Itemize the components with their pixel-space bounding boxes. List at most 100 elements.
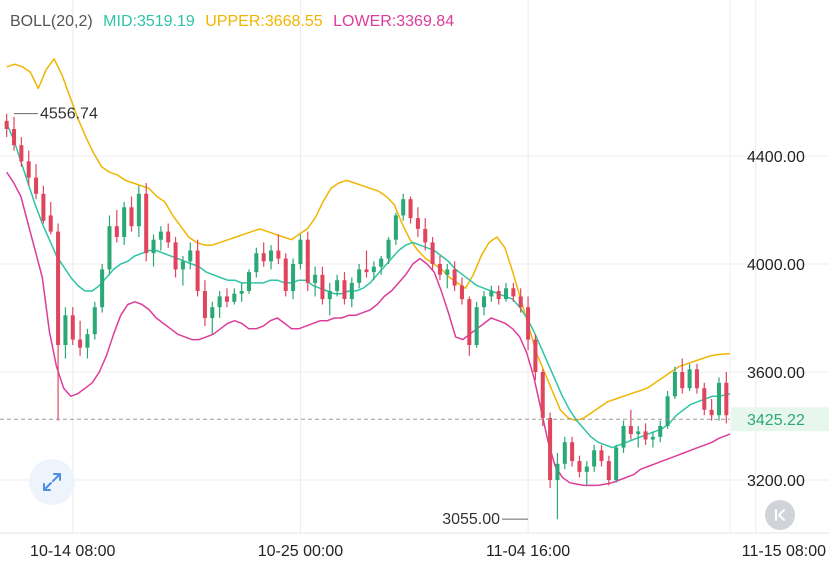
candle-body (702, 388, 707, 410)
candles (4, 113, 729, 520)
candle-body (92, 307, 97, 335)
candle (672, 366, 677, 399)
candle-body (562, 442, 567, 464)
candle (555, 453, 560, 520)
candle-body (511, 288, 516, 297)
candle (158, 226, 163, 251)
candle (100, 264, 105, 313)
mid-band-line (6, 123, 731, 449)
candle-body (129, 207, 134, 227)
upper-legend-value: 3668.55 (265, 13, 323, 30)
boll-chart[interactable]: 4400.00 4000.00 3600.00 3200.00 10-14 08:00… (0, 0, 829, 573)
candle-body (144, 193, 149, 254)
candle (474, 301, 479, 348)
scroll-to-latest-button[interactable] (765, 500, 795, 530)
candle-body (709, 409, 714, 416)
candle (437, 255, 442, 281)
candle-body (401, 199, 406, 216)
candle (224, 288, 229, 308)
candle (540, 369, 545, 426)
candle (548, 412, 553, 489)
candle-body (158, 231, 163, 240)
candle (144, 183, 149, 262)
candle (349, 277, 354, 308)
candle-body (628, 426, 633, 435)
candle-body (570, 442, 575, 462)
candle-body (364, 269, 369, 273)
candle-body (423, 228, 428, 243)
candle (687, 363, 692, 391)
candle (122, 201, 127, 246)
candle-body (584, 466, 589, 472)
candle-body (467, 299, 472, 345)
candle (423, 218, 428, 251)
candle-body (122, 207, 127, 237)
candle-body (481, 296, 487, 308)
candle (217, 291, 222, 318)
candle (533, 334, 538, 381)
price-tick-label: 4000.00 (747, 257, 805, 274)
candle (577, 455, 582, 478)
candle-body (393, 215, 398, 240)
candle-body (291, 264, 296, 291)
candle-body (724, 382, 729, 416)
lower-legend-label: LOWER: (333, 13, 396, 30)
candle (151, 234, 156, 267)
candle-body (107, 226, 112, 270)
expand-button[interactable] (29, 459, 75, 505)
candle (614, 444, 619, 483)
candle-body (195, 250, 200, 291)
chart-area[interactable]: 4400.00 4000.00 3600.00 3200.00 10-14 08:00… (0, 0, 829, 573)
candle-body (716, 382, 722, 416)
candle (48, 201, 53, 235)
candle-body (606, 461, 611, 480)
candle-body (437, 264, 442, 275)
candle-body (643, 431, 648, 440)
candle (320, 266, 325, 305)
extreme-markers: 4556.74 3055.00 (14, 106, 529, 528)
candle (489, 285, 494, 302)
candle (202, 280, 207, 327)
candle (467, 296, 472, 356)
candle (665, 390, 670, 429)
candle (694, 363, 699, 394)
candle-body (496, 291, 501, 300)
candle (724, 372, 729, 424)
candle-body (650, 436, 655, 440)
candle-body (599, 450, 604, 462)
candle (401, 193, 406, 221)
candle-body (100, 269, 105, 308)
candle-body (327, 291, 332, 300)
candle (246, 269, 252, 294)
candle (129, 196, 134, 232)
grid-lines (0, 0, 829, 534)
candle-body (19, 145, 24, 162)
candle-body (504, 288, 509, 300)
candle (70, 307, 75, 345)
upper-legend-label: UPPER: (205, 13, 265, 30)
candle (393, 212, 398, 246)
candle-body (276, 250, 281, 259)
candle (459, 277, 464, 305)
candle (702, 382, 707, 416)
candle-body (680, 372, 685, 389)
candle (114, 210, 119, 243)
candle-body (371, 266, 376, 273)
candle-body (217, 296, 222, 308)
candle (56, 223, 61, 421)
candle (136, 185, 141, 237)
candle (562, 436, 567, 470)
candle (313, 266, 318, 297)
candle-body (188, 250, 193, 262)
candle-body (694, 369, 699, 389)
candle (41, 185, 46, 224)
candle-body (614, 447, 619, 480)
candle (599, 444, 604, 467)
indicator-name: BOLL(20,2) (10, 13, 93, 30)
candle-body (592, 450, 597, 467)
candle-body (114, 226, 119, 237)
candle-body (180, 261, 185, 270)
candle (78, 320, 83, 356)
price-tick-label: 4400.00 (747, 149, 805, 166)
candle (239, 282, 244, 302)
